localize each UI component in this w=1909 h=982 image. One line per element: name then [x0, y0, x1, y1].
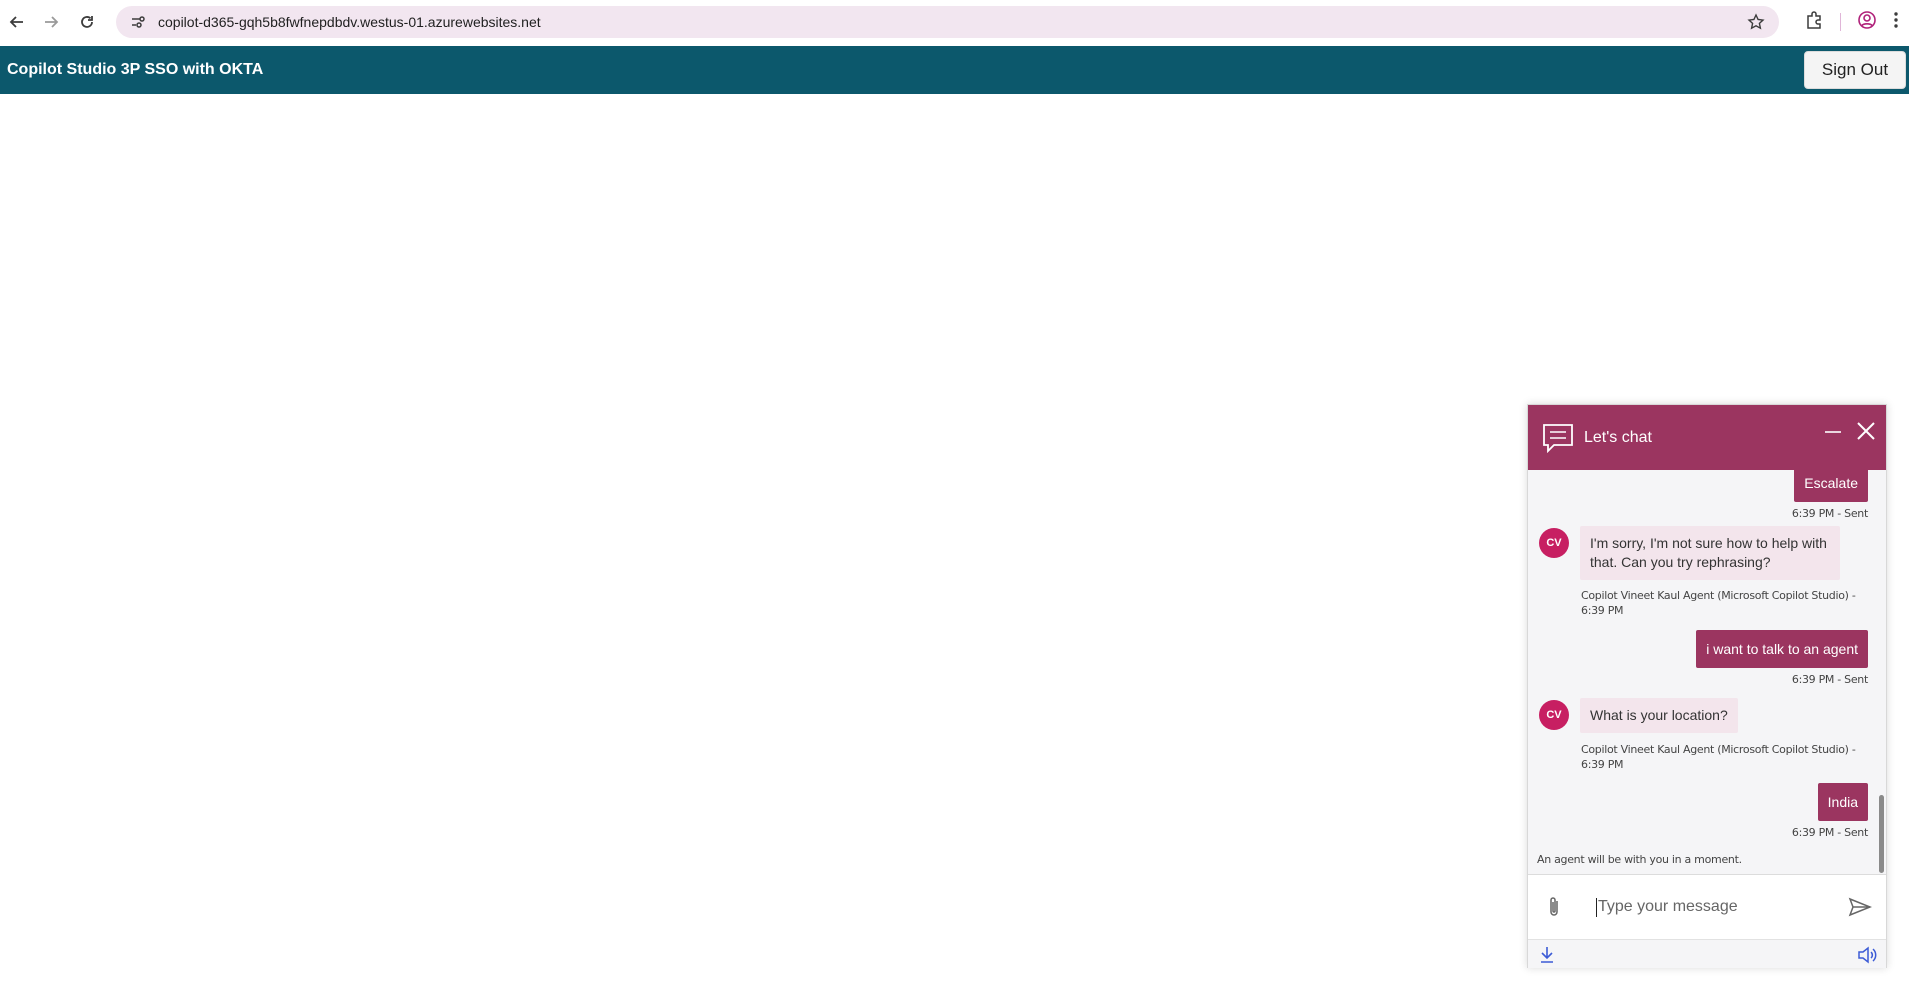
message-scrollbar[interactable]	[1879, 795, 1884, 873]
avatar: CV	[1539, 700, 1569, 730]
forward-icon[interactable]	[34, 5, 68, 39]
bot-message: What is your location?	[1580, 698, 1738, 733]
site-info-icon[interactable]	[124, 14, 152, 30]
close-icon[interactable]	[1854, 419, 1878, 443]
system-message: An agent will be with you in a moment.	[1537, 853, 1742, 866]
message-timestamp: Copilot Vineet Kaul Agent (Microsoft Cop…	[1581, 589, 1856, 617]
avatar: CV	[1539, 528, 1569, 558]
page-title: Copilot Studio 3P SSO with OKTA	[7, 61, 264, 78]
browser-toolbar: copilot-d365-gqh5b8fwfnepdbdv.westus-01.…	[0, 0, 1909, 45]
message-timestamp: 6:39 PM - Sent	[1791, 673, 1868, 686]
user-message: i want to talk to an agent	[1696, 630, 1868, 668]
back-icon[interactable]	[0, 5, 34, 39]
profile-icon[interactable]	[1857, 10, 1877, 35]
minimize-icon[interactable]	[1822, 421, 1844, 443]
bookmark-star-icon[interactable]	[1747, 13, 1765, 36]
address-bar[interactable]: copilot-d365-gqh5b8fwfnepdbdv.westus-01.…	[116, 6, 1779, 38]
user-message: India	[1817, 783, 1868, 821]
message-timestamp: Copilot Vineet Kaul Agent (Microsoft Cop…	[1581, 743, 1856, 771]
chat-footer	[1528, 939, 1886, 968]
extensions-icon[interactable]	[1804, 10, 1824, 35]
reload-icon[interactable]	[70, 5, 104, 39]
chat-title: Let's chat	[1584, 428, 1652, 446]
message-input[interactable]	[1598, 893, 1838, 921]
message-timestamp: 6:39 PM - Sent	[1791, 507, 1868, 520]
user-message: Escalate	[1794, 470, 1868, 502]
chat-bubble-icon	[1542, 422, 1574, 454]
message-timestamp: 6:39 PM - Sent	[1791, 826, 1868, 839]
bot-message: I'm sorry, I'm not sure how to help with…	[1580, 526, 1840, 580]
chat-widget: Let's chat Escalate 6:39 PM - Sent CV I'…	[1527, 404, 1887, 968]
composer	[1528, 875, 1886, 939]
app-header: Copilot Studio 3P SSO with OKTA Sign Out	[0, 46, 1909, 94]
send-icon[interactable]	[1846, 893, 1874, 921]
message-list[interactable]: Escalate 6:39 PM - Sent CV I'm sorry, I'…	[1528, 470, 1886, 874]
browser-actions	[1804, 6, 1909, 38]
chat-header: Let's chat	[1528, 405, 1886, 470]
download-transcript-icon[interactable]	[1537, 945, 1557, 965]
sign-out-button[interactable]: Sign Out	[1804, 51, 1906, 89]
speaker-icon[interactable]	[1856, 945, 1878, 965]
toolbar-separator	[1840, 13, 1841, 31]
paperclip-icon[interactable]	[1542, 893, 1566, 921]
text-cursor	[1596, 898, 1597, 917]
url-text[interactable]: copilot-d365-gqh5b8fwfnepdbdv.westus-01.…	[158, 14, 541, 30]
menu-icon[interactable]	[1893, 10, 1899, 35]
